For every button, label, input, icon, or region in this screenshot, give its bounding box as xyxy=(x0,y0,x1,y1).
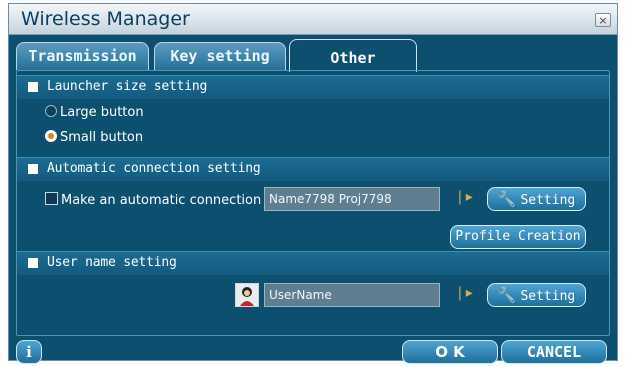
checkbox-label: Make an automatic connection xyxy=(61,193,262,208)
checkbox[interactable] xyxy=(45,192,58,205)
section-bullet-icon xyxy=(28,82,38,92)
auto-connection-checkbox-row[interactable]: Make an automatic connection xyxy=(45,192,261,210)
user-avatar-icon[interactable] xyxy=(235,283,259,307)
cancel-button[interactable]: CANCEL xyxy=(501,340,607,364)
radio-label: Small button xyxy=(60,130,144,145)
window-title: Wireless Manager xyxy=(21,8,190,30)
tab-other[interactable]: Other xyxy=(289,39,417,72)
wireless-manager-window: Wireless Manager × Transmission Key sett… xyxy=(8,3,618,364)
tab-key-setting[interactable]: Key setting xyxy=(154,42,286,70)
radio-icon[interactable] xyxy=(45,105,57,117)
radio-large-button[interactable]: Large button xyxy=(45,105,144,123)
section-bullet-icon xyxy=(28,164,38,174)
section-title: Launcher size setting xyxy=(47,79,208,94)
title-bar[interactable]: Wireless Manager × xyxy=(9,4,617,35)
button-label: Setting xyxy=(520,193,576,208)
ok-button[interactable]: O K xyxy=(402,340,498,364)
user-name-field[interactable]: UserName xyxy=(264,283,440,307)
profile-name-field[interactable]: Name7798 Proj7798 xyxy=(264,187,440,211)
profile-creation-button[interactable]: Profile Creation xyxy=(450,225,586,249)
radio-label: Large button xyxy=(60,105,144,120)
button-label: Setting xyxy=(520,289,576,304)
user-name-setting-button[interactable]: 🔧 Setting xyxy=(487,283,586,307)
other-tab-panel: Launcher size setting Large button Small… xyxy=(16,70,610,336)
section-launcher-size: Launcher size setting xyxy=(17,75,609,99)
tab-transmission[interactable]: Transmission xyxy=(16,42,149,70)
arrow-separator-icon: ❘▸ xyxy=(454,189,473,205)
radio-small-button[interactable]: Small button xyxy=(45,130,143,148)
wrench-icon: 🔧 xyxy=(497,286,517,304)
section-title: User name setting xyxy=(47,255,177,270)
close-icon[interactable]: × xyxy=(595,13,611,27)
section-bullet-icon xyxy=(28,258,38,268)
section-title: Automatic connection setting xyxy=(47,161,261,176)
auto-connection-setting-button[interactable]: 🔧 Setting xyxy=(487,187,586,211)
section-automatic-connection: Automatic connection setting xyxy=(17,157,609,181)
info-button[interactable]: i xyxy=(16,340,42,364)
radio-selected-icon[interactable] xyxy=(45,130,57,142)
arrow-separator-icon: ❘▸ xyxy=(454,285,473,301)
wrench-icon: 🔧 xyxy=(497,190,517,208)
section-user-name: User name setting xyxy=(17,251,609,275)
